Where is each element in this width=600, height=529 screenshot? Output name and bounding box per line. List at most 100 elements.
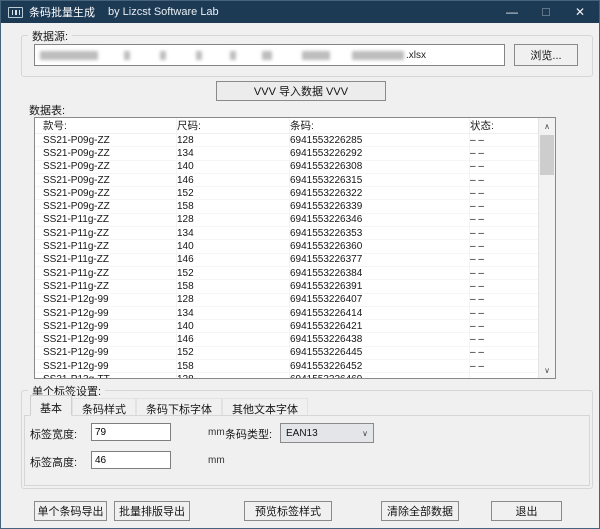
table-cell: 6941553226292 bbox=[290, 147, 470, 159]
exit-button[interactable]: 退出 bbox=[491, 501, 562, 521]
window-controls: — ✕ bbox=[495, 1, 597, 23]
label-width-input[interactable] bbox=[91, 423, 171, 441]
column-header-status[interactable]: 状态: bbox=[470, 118, 540, 133]
table-cell: SS21-P12g-99 bbox=[35, 294, 177, 306]
table-cell: 6941553226360 bbox=[290, 240, 470, 252]
barcode-type-value: EAN13 bbox=[286, 428, 318, 439]
table-cell: – – bbox=[470, 240, 536, 252]
preview-label-style-button[interactable]: 预览标签样式 bbox=[244, 501, 332, 521]
table-row[interactable]: SS21-P09g-ZZ1286941553226285– – bbox=[35, 134, 538, 147]
table-cell: – – bbox=[470, 294, 536, 306]
table-row[interactable]: SS21-P11g-ZZ1346941553226353– – bbox=[35, 227, 538, 240]
window-subtitle: by Lizcst Software Lab bbox=[108, 6, 219, 18]
table-row[interactable]: SS21-P09g-ZZ1586941553226339– – bbox=[35, 200, 538, 213]
table-row[interactable]: SS21-P12g-991526941553226445– – bbox=[35, 347, 538, 360]
table-cell: SS21-P12g-99 bbox=[35, 360, 177, 372]
table-cell: – – bbox=[470, 307, 536, 319]
table-row[interactable]: SS21-P11g-ZZ1586941553226391– – bbox=[35, 280, 538, 293]
tab-basic[interactable]: 基本 bbox=[30, 395, 72, 416]
table-row[interactable]: SS21-P11g-ZZ1406941553226360– – bbox=[35, 240, 538, 253]
table-cell: 158 bbox=[177, 280, 290, 292]
table-cell: SS21-P11g-ZZ bbox=[35, 214, 177, 226]
column-header-size[interactable]: 尺码: bbox=[177, 118, 290, 133]
barcode-icon bbox=[8, 7, 23, 18]
table-body: SS21-P09g-ZZ1286941553226285– –SS21-P09g… bbox=[35, 134, 538, 378]
path-extension-text: .xlsx bbox=[406, 50, 426, 61]
table-cell: SS21-P09g-ZZ bbox=[35, 161, 177, 173]
scroll-up-icon[interactable]: ∧ bbox=[539, 118, 555, 134]
window-title: 条码批量生成 bbox=[29, 4, 95, 20]
table-cell: SS21-P09g-ZZ bbox=[35, 187, 177, 199]
table-cell: – – bbox=[470, 347, 536, 359]
app-window: 条码批量生成 by Lizcst Software Lab — ✕ 数据源: .… bbox=[0, 0, 600, 529]
label-width-label: 标签宽度: bbox=[30, 426, 77, 442]
table-cell: 128 bbox=[177, 294, 290, 306]
table-row[interactable]: SS21-P12g-991346941553226414– – bbox=[35, 307, 538, 320]
data-table: 款号: 尺码: 条码: 状态: SS21-P09g-ZZ128694155322… bbox=[34, 117, 556, 379]
width-unit-label: mm bbox=[208, 427, 225, 438]
column-header-barcode[interactable]: 条码: bbox=[290, 118, 470, 133]
table-scrollbar[interactable]: ∧ ∨ bbox=[538, 118, 555, 378]
table-cell: SS21-P09g-ZZ bbox=[35, 147, 177, 159]
table-cell: 146 bbox=[177, 333, 290, 345]
redacted-path-segment bbox=[302, 51, 330, 60]
table-cell: – – bbox=[470, 214, 536, 226]
barcode-type-select[interactable]: EAN13 ∨ bbox=[280, 423, 374, 443]
table-row[interactable]: SS21-P09g-ZZ1526941553226322– – bbox=[35, 187, 538, 200]
table-cell: – – bbox=[470, 200, 536, 212]
table-row[interactable]: SS21-P11g-ZZ1526941553226384– – bbox=[35, 267, 538, 280]
redacted-path-segment bbox=[352, 51, 404, 60]
table-cell: – – bbox=[470, 174, 536, 186]
label-height-input[interactable] bbox=[91, 451, 171, 469]
table-cell: – – bbox=[470, 147, 536, 159]
table-row[interactable]: SS21-P11g-ZZ1466941553226377– – bbox=[35, 254, 538, 267]
column-header-style[interactable]: 款号: bbox=[35, 118, 177, 133]
redacted-path-segment bbox=[230, 51, 236, 60]
label-height-label: 标签高度: bbox=[30, 454, 77, 470]
table-cell: SS21-P12g-99 bbox=[35, 307, 177, 319]
table-row[interactable]: SS21-P09g-ZZ1406941553226308– – bbox=[35, 161, 538, 174]
table-row[interactable]: SS21-P12g-991466941553226438– – bbox=[35, 333, 538, 346]
redacted-path-segment bbox=[262, 51, 272, 60]
table-row[interactable]: SS21-P09g-ZZ1346941553226292– – bbox=[35, 147, 538, 160]
tab-strip: 基本条码样式条码下标字体其他文本字体 bbox=[30, 394, 308, 415]
table-cell: SS21-P12g-99 bbox=[35, 333, 177, 345]
table-row[interactable]: SS21-P12g-991286941553226407– – bbox=[35, 294, 538, 307]
table-cell: 128 bbox=[177, 134, 290, 146]
table-cell: 6941553226285 bbox=[290, 134, 470, 146]
table-cell: – – bbox=[470, 227, 536, 239]
table-row[interactable]: SS21-P12g-991586941553226452– – bbox=[35, 360, 538, 373]
export-single-barcode-button[interactable]: 单个条码导出 bbox=[34, 501, 107, 521]
height-unit-label: mm bbox=[208, 455, 225, 466]
datasource-path-input[interactable]: .xlsx bbox=[34, 44, 505, 66]
import-data-button[interactable]: VVV 导入数据 VVV bbox=[216, 81, 386, 101]
datatable-section-label: 数据表: bbox=[29, 102, 65, 118]
minimize-button[interactable]: — bbox=[495, 1, 529, 23]
batch-layout-export-button[interactable]: 批量排版导出 bbox=[114, 501, 190, 521]
maximize-button[interactable] bbox=[529, 1, 563, 23]
tab-barcode-subtext-font[interactable]: 条码下标字体 bbox=[136, 398, 222, 415]
table-row[interactable]: SS21-P12g-991406941553226421– – bbox=[35, 320, 538, 333]
tab-other-text-font[interactable]: 其他文本字体 bbox=[222, 398, 308, 415]
close-button[interactable]: ✕ bbox=[563, 1, 597, 23]
table-cell: 6941553226452 bbox=[290, 360, 470, 372]
table-cell: SS21-P13g-TT bbox=[35, 373, 177, 378]
browse-button[interactable]: 浏览... bbox=[514, 44, 578, 66]
tab-barcode-style[interactable]: 条码样式 bbox=[72, 398, 136, 415]
table-row[interactable]: SS21-P09g-ZZ1466941553226315– – bbox=[35, 174, 538, 187]
table-cell: SS21-P12g-99 bbox=[35, 347, 177, 359]
table-cell: 146 bbox=[177, 174, 290, 186]
table-cell: 146 bbox=[177, 254, 290, 266]
table-cell: 134 bbox=[177, 147, 290, 159]
clear-all-data-button[interactable]: 清除全部数据 bbox=[381, 501, 459, 521]
table-cell: 140 bbox=[177, 161, 290, 173]
table-cell: – – bbox=[470, 360, 536, 372]
table-row[interactable]: SS21-P13g-TT1286941553226469– – bbox=[35, 373, 538, 378]
table-cell: 6941553226339 bbox=[290, 200, 470, 212]
table-cell: – – bbox=[470, 320, 536, 332]
scroll-down-icon[interactable]: ∨ bbox=[539, 362, 555, 378]
table-row[interactable]: SS21-P11g-ZZ1286941553226346– – bbox=[35, 214, 538, 227]
scrollbar-thumb[interactable] bbox=[540, 135, 554, 175]
table-cell: SS21-P09g-ZZ bbox=[35, 200, 177, 212]
table-cell: 6941553226377 bbox=[290, 254, 470, 266]
